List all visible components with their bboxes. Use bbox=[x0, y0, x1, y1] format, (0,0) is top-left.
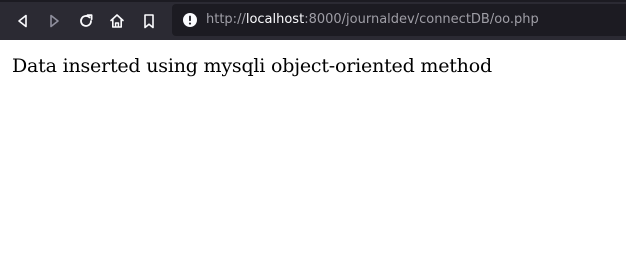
address-bar[interactable]: http://localhost:8000/journaldev/connect… bbox=[172, 4, 626, 36]
bookmark-icon bbox=[141, 13, 157, 29]
back-button[interactable] bbox=[10, 8, 36, 34]
url-scheme: http:// bbox=[206, 12, 246, 27]
toolbar-top-edge bbox=[0, 0, 626, 2]
reload-button[interactable] bbox=[73, 8, 99, 34]
home-icon bbox=[109, 13, 125, 29]
forward-arrow-icon bbox=[46, 13, 62, 29]
back-arrow-icon bbox=[15, 13, 31, 29]
home-button[interactable] bbox=[104, 8, 130, 34]
reload-icon bbox=[78, 13, 94, 29]
page-message: Data inserted using mysqli object-orient… bbox=[12, 55, 492, 77]
browser-toolbar: http://localhost:8000/journaldev/connect… bbox=[0, 0, 626, 40]
info-icon[interactable] bbox=[182, 12, 198, 28]
forward-button[interactable] bbox=[41, 8, 67, 34]
url-path: :8000/journaldev/connectDB/oo.php bbox=[304, 12, 539, 27]
url-text[interactable]: http://localhost:8000/journaldev/connect… bbox=[206, 11, 539, 29]
bookmark-button[interactable] bbox=[136, 8, 162, 34]
url-host: localhost bbox=[245, 12, 305, 27]
